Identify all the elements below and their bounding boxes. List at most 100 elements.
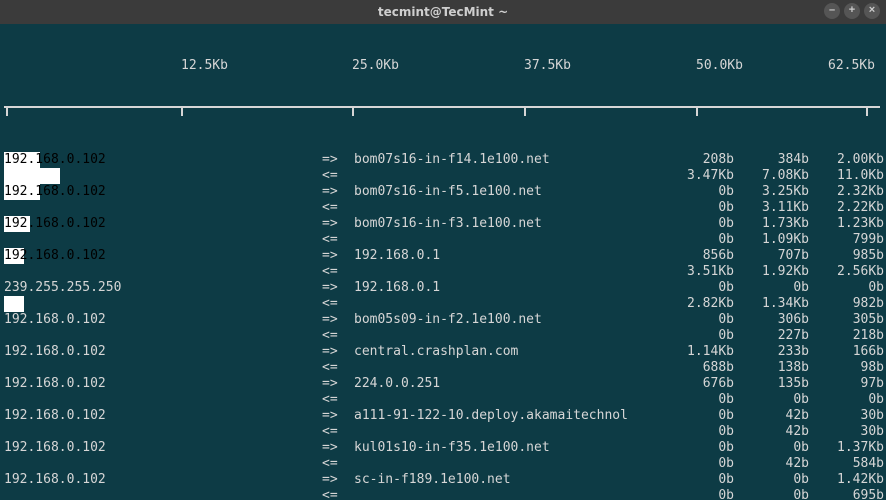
direction-arrow: <=	[322, 168, 352, 184]
connection-row: 192.168.0.102=>192.168.0.1856b707b985b	[4, 248, 880, 264]
minimize-button[interactable]: –	[824, 3, 840, 19]
direction-arrow: <=	[322, 392, 352, 408]
rate-40s: 2.32Kb	[814, 184, 884, 200]
rate-10s: 0b	[739, 392, 809, 408]
rate-2s: 3.47Kb	[664, 168, 734, 184]
rate-10s: 227b	[739, 328, 809, 344]
rate-2s: 0b	[664, 312, 734, 328]
rate-2s: 0b	[664, 456, 734, 472]
rate-2s: 0b	[664, 424, 734, 440]
direction-arrow: =>	[322, 472, 352, 488]
connection-row: 192.168.0.102=>a111-91-122-10.deploy.aka…	[4, 408, 880, 424]
rate-40s: 985b	[814, 248, 884, 264]
rate-10s: 1.09Kb	[739, 232, 809, 248]
rate-2s: 0b	[664, 184, 734, 200]
rate-40s: 799b	[814, 232, 884, 248]
destination-host: bom05s09-in-f2.1e100.net	[354, 312, 654, 328]
direction-arrow: =>	[322, 408, 352, 424]
connection-row: 192.168.0.102=>bom05s09-in-f2.1e100.net0…	[4, 312, 880, 328]
rate-2s: 0b	[664, 472, 734, 488]
maximize-button[interactable]: +	[844, 3, 860, 19]
rate-40s: 97b	[814, 376, 884, 392]
source-host: 192.168.0.102	[4, 408, 274, 424]
rate-2s: 688b	[664, 360, 734, 376]
rate-bar	[4, 168, 60, 184]
destination-host: 192.168.0.1	[354, 280, 654, 296]
rate-2s: 0b	[664, 488, 734, 500]
connection-row: 192.168.0.102=>central.crashplan.com1.14…	[4, 344, 880, 360]
rate-10s: 0b	[739, 488, 809, 500]
direction-arrow: <=	[322, 488, 352, 500]
rate-2s: 2.82Kb	[664, 296, 734, 312]
direction-arrow: <=	[322, 232, 352, 248]
rate-40s: 30b	[814, 408, 884, 424]
rate-2s: 0b	[664, 280, 734, 296]
connection-row: <=0b0b695b	[4, 488, 880, 500]
rate-2s: 0b	[664, 232, 734, 248]
rate-10s: 7.08Kb	[739, 168, 809, 184]
direction-arrow: <=	[322, 424, 352, 440]
bandwidth-ruler	[4, 106, 880, 120]
connection-row: <=0b3.11Kb2.22Kb	[4, 200, 880, 216]
direction-arrow: =>	[322, 312, 352, 328]
window-titlebar: tecmint@TecMint ~ – + ×	[0, 0, 886, 24]
rate-10s: 42b	[739, 408, 809, 424]
rate-40s: 695b	[814, 488, 884, 500]
rate-40s: 0b	[814, 280, 884, 296]
rate-40s: 982b	[814, 296, 884, 312]
rate-40s: 166b	[814, 344, 884, 360]
source-host: 192.168.0.102	[4, 472, 274, 488]
direction-arrow: <=	[322, 200, 352, 216]
connection-row: <=0b1.09Kb799b	[4, 232, 880, 248]
rate-10s: 42b	[739, 424, 809, 440]
rate-40s: 2.22Kb	[814, 200, 884, 216]
rate-2s: 0b	[664, 408, 734, 424]
direction-arrow: =>	[322, 184, 352, 200]
rate-10s: 0b	[739, 472, 809, 488]
connection-row: <=0b227b218b	[4, 328, 880, 344]
rate-2s: 1.14Kb	[664, 344, 734, 360]
ruler-tick	[524, 106, 526, 116]
ruler-tick	[866, 106, 868, 116]
rate-2s: 0b	[664, 216, 734, 232]
connection-row: 192.168.0.102=>bom07s16-in-f3.1e100.net0…	[4, 216, 880, 232]
direction-arrow: <=	[322, 360, 352, 376]
destination-host: bom07s16-in-f14.1e100.net	[354, 152, 654, 168]
connection-row: <=0b0b0b	[4, 392, 880, 408]
direction-arrow: <=	[322, 456, 352, 472]
connection-row: 192.168.0.102=>224.0.0.251676b135b97b	[4, 376, 880, 392]
window-title: tecmint@TecMint ~	[378, 5, 508, 19]
connection-row: 192.168.0.102=>sc-in-f189.1e100.net0b0b1…	[4, 472, 880, 488]
ruler-tick	[6, 106, 8, 116]
rate-10s: 707b	[739, 248, 809, 264]
rate-40s: 2.56Kb	[814, 264, 884, 280]
rate-40s: 1.42Kb	[814, 472, 884, 488]
source-host: 239.255.255.250	[4, 280, 274, 296]
window-controls: – + ×	[824, 3, 880, 19]
connection-row: <=688b138b98b	[4, 360, 880, 376]
connection-row: <=2.82Kb1.34Kb982b	[4, 296, 880, 312]
source-host: 192.168.0.102	[4, 248, 274, 264]
connection-row: 192.168.0.102=>bom07s16-in-f5.1e100.net0…	[4, 184, 880, 200]
source-host: 192.168.0.102	[4, 344, 274, 360]
rate-2s: 676b	[664, 376, 734, 392]
rate-2s: 0b	[664, 200, 734, 216]
connection-row: <=0b42b30b	[4, 424, 880, 440]
bandwidth-scale: 12.5Kb25.0Kb37.5Kb50.0Kb62.5Kb	[4, 58, 880, 74]
rate-10s: 3.25Kb	[739, 184, 809, 200]
ruler-tick	[696, 106, 698, 116]
destination-host: bom07s16-in-f3.1e100.net	[354, 216, 654, 232]
close-button[interactable]: ×	[864, 3, 880, 19]
rate-2s: 856b	[664, 248, 734, 264]
rate-10s: 3.11Kb	[739, 200, 809, 216]
scale-label: 37.5Kb	[524, 58, 571, 74]
connection-row: 239.255.255.250=>192.168.0.10b0b0b	[4, 280, 880, 296]
rate-40s: 218b	[814, 328, 884, 344]
rate-10s: 1.73Kb	[739, 216, 809, 232]
rate-40s: 2.00Kb	[814, 152, 884, 168]
connection-row: <=0b42b584b	[4, 456, 880, 472]
scale-label: 25.0Kb	[352, 58, 399, 74]
rate-40s: 1.23Kb	[814, 216, 884, 232]
rate-10s: 233b	[739, 344, 809, 360]
source-host: 192.168.0.102	[4, 152, 274, 168]
